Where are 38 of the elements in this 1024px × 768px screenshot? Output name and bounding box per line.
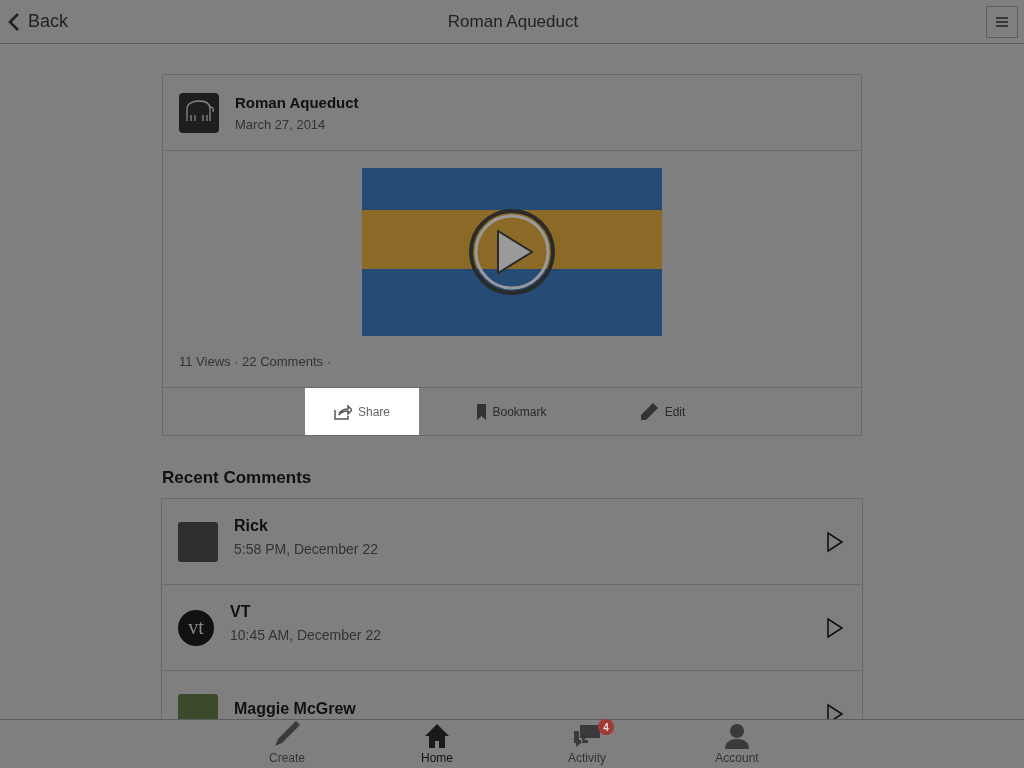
chat-bubbles-icon	[572, 723, 602, 749]
commenter-name: Maggie McGrew	[234, 699, 357, 718]
video-thumbnail[interactable]	[362, 168, 662, 336]
section-heading: Recent Comments	[162, 468, 313, 488]
person-icon	[724, 723, 750, 749]
menu-button[interactable]	[986, 5, 1018, 38]
commenter-name: VT	[230, 602, 252, 621]
post-action-button[interactable]: Edit	[605, 388, 719, 435]
tab-button[interactable]: Account	[662, 720, 812, 768]
bookmark-icon	[477, 403, 487, 420]
comment-row[interactable]: vt VT 10:45 AM, December 22	[162, 585, 862, 671]
comment-row[interactable]: Rick 5:58 PM, December 22	[162, 499, 862, 585]
page-title: Roman Aqueduct	[447, 11, 579, 32]
photo-placeholder	[178, 521, 218, 562]
tab-button[interactable]: Home	[362, 720, 512, 768]
play-icon[interactable]	[826, 702, 844, 719]
post-stats: 11 Views · 22 Comments ·	[179, 354, 332, 369]
comment-time: 5:58 PM, December 22	[234, 540, 379, 557]
tab-button[interactable]: Create	[212, 720, 362, 768]
post-title: Roman Aqueduct	[235, 93, 359, 111]
post-date: March 27, 2014	[235, 116, 327, 132]
play-icon[interactable]	[826, 616, 844, 639]
logo-avatar: vt	[178, 609, 214, 646]
comment-time: 10:45 AM, December 22	[230, 626, 382, 643]
notification-badge: 4	[598, 719, 614, 735]
back-chevron-icon	[8, 11, 20, 32]
share-icon	[334, 403, 352, 420]
tab-button[interactable]: 4 Activity	[512, 720, 662, 768]
menu-icon	[996, 16, 1008, 27]
pencil-icon	[638, 401, 659, 422]
home-icon	[424, 723, 450, 749]
play-icon[interactable]	[467, 207, 557, 297]
post-action-button[interactable]: Share	[305, 388, 419, 435]
play-icon[interactable]	[826, 530, 844, 553]
commenter-name: Rick	[234, 516, 269, 535]
pencil-icon	[272, 719, 302, 749]
post-action-button[interactable]: Bookmark	[455, 388, 569, 435]
back-button[interactable]: Back	[8, 11, 69, 32]
